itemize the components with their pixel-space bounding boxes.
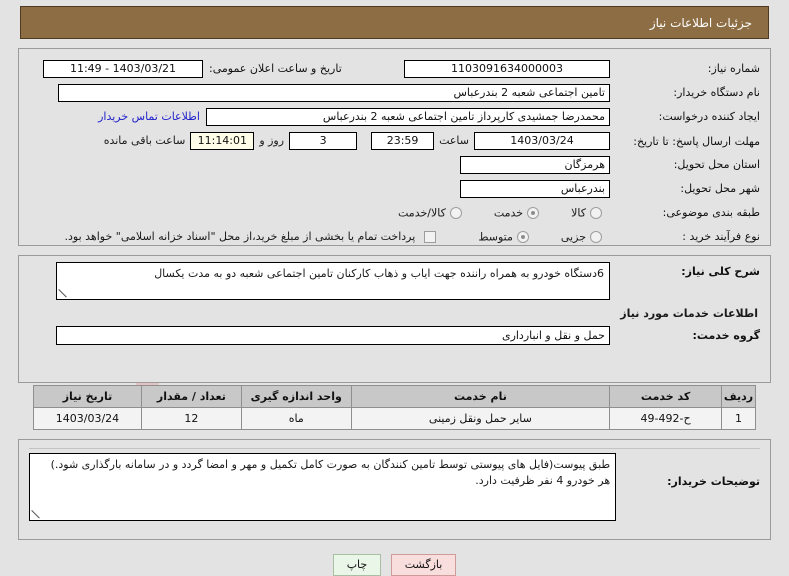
footer-button-bar: بازگشت چاپ bbox=[0, 554, 789, 576]
need-description-panel: شرح کلی نیاز: 6دستگاه خودرو به همراه ران… bbox=[18, 255, 771, 383]
th-service-name: نام خدمت bbox=[350, 385, 611, 408]
remaining-suffix-label: ساعت باقی مانده bbox=[103, 134, 186, 147]
row-deadline: مهلت ارسال پاسخ: تا تاریخ: 1403/03/24 سا… bbox=[29, 129, 760, 152]
services-table: ردیف کد خدمت نام خدمت واحد اندازه گیری ت… bbox=[33, 385, 756, 430]
cell-need-date: 1403/03/24 bbox=[33, 407, 142, 430]
row-buyer-org: نام دستگاه خریدار: تامین اجتماعی شعبه 2 … bbox=[29, 81, 760, 104]
buyer-notes-line1: طبق پیوست(فایل های پیوستی توسط تامین کنن… bbox=[50, 458, 611, 471]
radio-kala-icon[interactable] bbox=[590, 206, 602, 219]
days-word-label: روز و bbox=[259, 134, 285, 147]
process-option-motavaset-label: متوسط bbox=[478, 230, 513, 244]
need-number-label: شماره نیاز: bbox=[707, 62, 760, 75]
need-number-value: 1103091634000003 bbox=[404, 59, 610, 78]
overall-need-value: 6دستگاه خودرو به همراه راننده جهت ایاب و… bbox=[154, 267, 604, 280]
resize-grip-icon[interactable] bbox=[59, 289, 68, 298]
th-quantity: تعداد / مقدار bbox=[140, 385, 242, 408]
services-table-wrapper: ردیف کد خدمت نام خدمت واحد اندازه گیری ت… bbox=[0, 385, 789, 430]
buyer-org-value: تامین اجتماعی شعبه 2 بندرعباس bbox=[58, 83, 610, 102]
cell-service-code: ح-492-49 bbox=[609, 407, 723, 430]
radio-motavaset-icon[interactable] bbox=[516, 230, 529, 243]
radio-jozei-icon[interactable] bbox=[590, 230, 602, 243]
deadline-label: مهلت ارسال پاسخ: تا تاریخ: bbox=[633, 135, 760, 148]
announce-datetime-label: تاریخ و ساعت اعلان عمومی: bbox=[209, 62, 342, 75]
hour-word-label: ساعت bbox=[439, 134, 469, 147]
titlebar-wrapper: جزئیات اطلاعات نیاز bbox=[0, 0, 789, 39]
radio-khedmat-icon[interactable] bbox=[527, 206, 540, 219]
city-label: شهر محل تحویل: bbox=[680, 182, 760, 195]
deadline-date-value: 1403/03/24 bbox=[474, 131, 610, 150]
row-overall-need: شرح کلی نیاز: 6دستگاه خودرو به همراه ران… bbox=[29, 262, 760, 300]
row-service-group: گروه خدمت: حمل و نقل و انبارداری bbox=[29, 326, 760, 345]
treasury-checkbox-group[interactable] bbox=[420, 230, 444, 243]
category-option-kala-khedmat-label: کالا/خدمت bbox=[398, 206, 446, 220]
panel-divider bbox=[29, 448, 760, 449]
category-label: طبقه بندی موضوعی: bbox=[662, 206, 760, 219]
buyer-notes-label: توضیحات خریدار: bbox=[667, 475, 760, 488]
th-need-date: تاریخ نیاز bbox=[33, 385, 142, 408]
cell-quantity: 12 bbox=[140, 407, 242, 430]
row-process-type: نوع فرآیند خرید : جزیی متوسط پرداخت تمام… bbox=[29, 225, 760, 248]
requester-label: ایجاد کننده درخواست: bbox=[658, 110, 760, 123]
th-service-code: کد خدمت bbox=[609, 385, 723, 408]
buyer-org-label: نام دستگاه خریدار: bbox=[673, 86, 760, 99]
back-button[interactable]: بازگشت bbox=[390, 554, 457, 576]
buyer-notes-panel: توضیحات خریدار: طبق پیوست(فایل های پیوست… bbox=[18, 439, 771, 540]
print-button[interactable]: چاپ bbox=[332, 554, 382, 576]
category-option-kala-label: کالا bbox=[571, 206, 586, 220]
process-option-jozei-label: جزیی bbox=[560, 230, 586, 244]
category-option-khedmat-label: خدمت bbox=[493, 206, 524, 220]
services-section-title: اطلاعات خدمات مورد نیاز bbox=[620, 307, 758, 320]
clock-remaining-value: 11:14:01 bbox=[190, 131, 255, 150]
cell-unit: ماه bbox=[240, 407, 352, 430]
city-value: بندرعباس bbox=[460, 179, 610, 198]
buyer-contact-link[interactable]: اطلاعات تماس خریدار bbox=[92, 110, 206, 123]
table-row: 1 ح-492-49 سایر حمل ونقل زمینی ماه 12 14… bbox=[33, 407, 756, 430]
cell-row-no: 1 bbox=[721, 407, 756, 430]
process-option-jozei[interactable]: جزیی bbox=[560, 230, 610, 244]
overall-need-textarea[interactable]: 6دستگاه خودرو به همراه راننده جهت ایاب و… bbox=[56, 262, 610, 300]
buyer-notes-textarea[interactable]: طبق پیوست(فایل های پیوستی توسط تامین کنن… bbox=[29, 453, 617, 521]
process-option-motavaset[interactable]: متوسط bbox=[478, 230, 537, 244]
row-requester: ایجاد کننده درخواست: محمدرضا جمشیدی کارپ… bbox=[29, 105, 760, 128]
row-need-number: شماره نیاز: 1103091634000003 تاریخ و ساع… bbox=[29, 57, 760, 80]
category-option-khedmat[interactable]: خدمت bbox=[493, 206, 547, 220]
category-option-kala-khedmat[interactable]: کالا/خدمت bbox=[398, 206, 470, 220]
row-province: استان محل تحویل: هرمزگان bbox=[29, 153, 760, 176]
table-header-row: ردیف کد خدمت نام خدمت واحد اندازه گیری ت… bbox=[33, 385, 756, 408]
deadline-time-value: 23:59 bbox=[371, 131, 435, 150]
province-value: هرمزگان bbox=[460, 155, 610, 174]
buyer-notes-line2: هر خودرو 4 نفر ظرفیت دارد. bbox=[475, 474, 611, 487]
th-row-no: ردیف bbox=[721, 385, 756, 408]
th-unit: واحد اندازه گیری bbox=[240, 385, 352, 408]
overall-need-label: شرح کلی نیاز: bbox=[681, 265, 760, 278]
cell-service-name: سایر حمل ونقل زمینی bbox=[350, 407, 611, 430]
row-category: طبقه بندی موضوعی: کالا خدمت کالا/خدمت bbox=[29, 201, 760, 224]
radio-kala-khedmat-icon[interactable] bbox=[449, 206, 462, 219]
service-group-label: گروه خدمت: bbox=[692, 329, 760, 342]
row-buyer-notes: توضیحات خریدار: طبق پیوست(فایل های پیوست… bbox=[29, 453, 760, 521]
category-option-kala[interactable]: کالا bbox=[571, 206, 610, 220]
row-city: شهر محل تحویل: بندرعباس bbox=[29, 177, 760, 200]
treasury-note-label: پرداخت تمام یا بخشی از مبلغ خرید،از محل … bbox=[64, 230, 416, 243]
requester-value: محمدرضا جمشیدی کارپرداز تامین اجتماعی شع… bbox=[206, 107, 610, 126]
service-group-value: حمل و نقل و انبارداری bbox=[56, 326, 610, 345]
province-label: استان محل تحویل: bbox=[673, 158, 760, 171]
process-label: نوع فرآیند خرید : bbox=[682, 230, 760, 243]
page-title: جزئیات اطلاعات نیاز bbox=[20, 6, 769, 39]
resize-grip-icon[interactable] bbox=[32, 510, 41, 519]
days-remaining-value: 3 bbox=[289, 131, 358, 150]
treasury-checkbox-icon[interactable] bbox=[424, 231, 437, 243]
need-basic-info-panel: شماره نیاز: 1103091634000003 تاریخ و ساع… bbox=[18, 48, 771, 246]
announce-datetime-value: 1403/03/21 - 11:49 bbox=[43, 59, 203, 78]
